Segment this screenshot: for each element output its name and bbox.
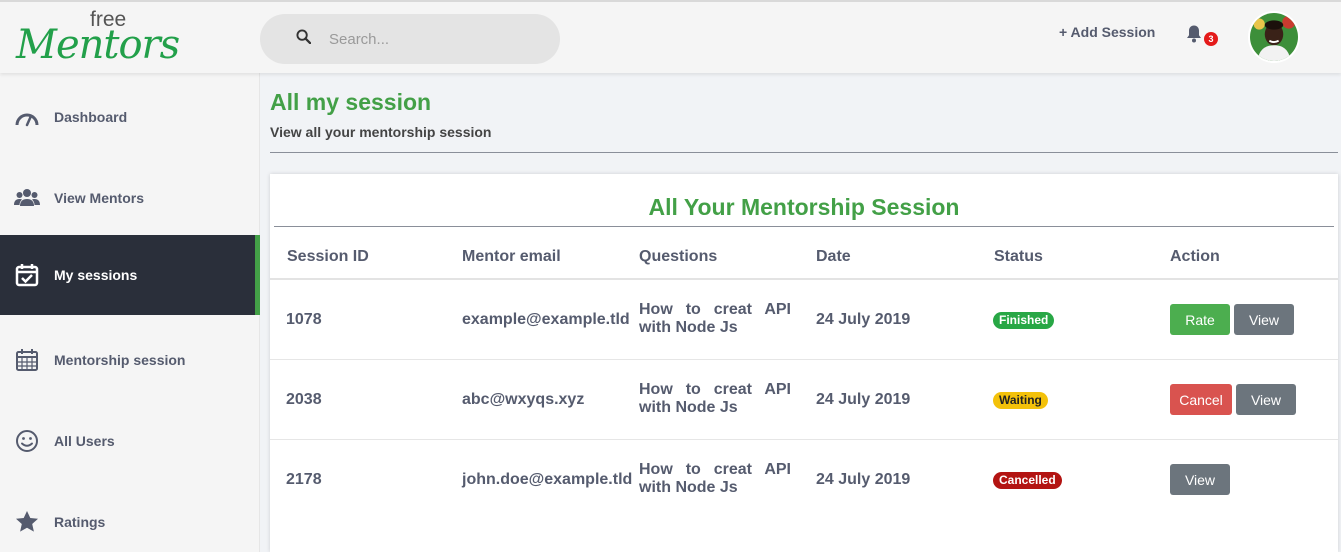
user-avatar[interactable] xyxy=(1248,11,1300,63)
column-header-questions: Questions xyxy=(639,248,718,265)
sidebar-item-label: My sessions xyxy=(54,267,138,283)
bell-icon xyxy=(1185,25,1203,48)
status-badge: Waiting xyxy=(993,392,1048,409)
column-header-status: Status xyxy=(994,248,1043,265)
column-header-date: Date xyxy=(816,248,851,265)
sidebar-item-dashboard[interactable]: Dashboard xyxy=(0,77,260,157)
table-row: 1078 example@example.tld How to creat AP… xyxy=(270,280,1338,360)
sidebar-item-label: Ratings xyxy=(54,514,106,530)
column-header-session-id: Session ID xyxy=(287,248,369,265)
add-session-link[interactable]: + Add Session xyxy=(1059,24,1155,40)
session-id-cell: 2178 xyxy=(286,471,322,488)
sidebar-item-label: All Users xyxy=(54,433,115,449)
mentor-email-cell: john.doe@example.tld xyxy=(462,471,633,488)
column-header-action: Action xyxy=(1170,248,1220,265)
calendar-check-icon xyxy=(0,262,54,288)
view-button[interactable]: View xyxy=(1236,384,1296,415)
date-cell: 24 July 2019 xyxy=(816,471,911,488)
top-header: free Mentors + Add Session 3 xyxy=(0,0,1341,73)
calendar-icon xyxy=(0,347,54,373)
mentor-email-cell: example@example.tld xyxy=(462,311,630,328)
divider xyxy=(270,152,1338,153)
divider xyxy=(274,226,1334,227)
sidebar-item-ratings[interactable]: Ratings xyxy=(0,482,260,552)
card-title: All Your Mentorship Session xyxy=(648,194,960,220)
sidebar-item-label: Dashboard xyxy=(54,109,128,125)
users-icon xyxy=(0,185,54,211)
question-cell: How to creat API with Node Js xyxy=(639,461,791,496)
column-header-mentor-email: Mentor email xyxy=(462,248,561,265)
smile-icon xyxy=(0,428,54,454)
gauge-icon xyxy=(0,104,54,130)
sidebar-item-mentorship-session[interactable]: Mentorship session xyxy=(0,320,260,400)
date-cell: 24 July 2019 xyxy=(816,391,911,408)
sidebar-item-label: Mentorship session xyxy=(54,352,186,368)
question-cell: How to creat API with Node Js xyxy=(639,301,791,336)
table-row: 2178 john.doe@example.tld How to creat A… xyxy=(270,440,1338,520)
search-input[interactable] xyxy=(329,30,529,48)
sidebar-item-view-mentors[interactable]: View Mentors xyxy=(0,158,260,238)
cancel-button[interactable]: Cancel xyxy=(1170,384,1232,415)
table-row: 2038 abc@wxyqs.xyz How to creat API with… xyxy=(270,360,1338,440)
rate-button[interactable]: Rate xyxy=(1170,304,1230,335)
free-mentors-logo[interactable]: free Mentors xyxy=(12,6,192,70)
notification-count-badge: 3 xyxy=(1204,32,1218,46)
page-title: All my session xyxy=(270,89,432,115)
session-id-cell: 1078 xyxy=(286,311,322,328)
logo-mentors-text: Mentors xyxy=(16,22,180,68)
page-subtitle: View all your mentorship session xyxy=(270,124,492,140)
sessions-card: All Your Mentorship Session Session ID M… xyxy=(270,174,1338,552)
date-cell: 24 July 2019 xyxy=(816,311,911,328)
star-icon xyxy=(0,509,54,535)
sidebar: Dashboard View Mentors My sessions Mento… xyxy=(0,73,260,552)
sidebar-item-label: View Mentors xyxy=(54,190,144,206)
question-cell: How to creat API with Node Js xyxy=(639,381,791,416)
session-id-cell: 2038 xyxy=(286,391,322,408)
mentor-email-cell: abc@wxyqs.xyz xyxy=(462,391,585,408)
search-icon xyxy=(296,29,312,49)
search-bar[interactable] xyxy=(260,14,560,64)
sidebar-item-all-users[interactable]: All Users xyxy=(0,401,260,481)
notifications-button[interactable]: 3 xyxy=(1185,24,1218,48)
sidebar-item-my-sessions[interactable]: My sessions xyxy=(0,235,260,315)
status-badge: Finished xyxy=(993,312,1055,329)
status-badge: Cancelled xyxy=(993,472,1062,489)
view-button[interactable]: View xyxy=(1234,304,1294,335)
view-button[interactable]: View xyxy=(1170,464,1230,495)
